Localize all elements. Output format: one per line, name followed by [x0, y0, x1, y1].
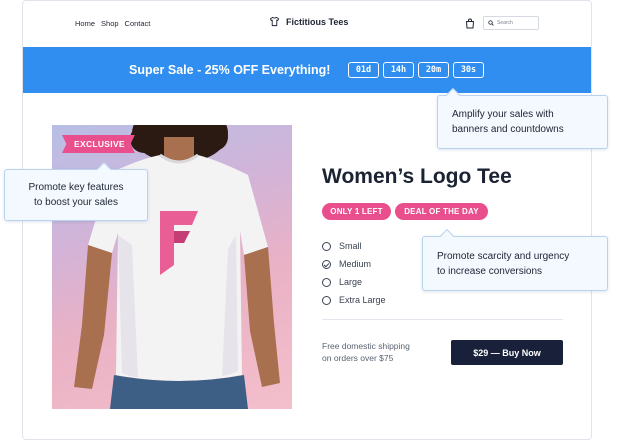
search-icon — [488, 20, 494, 26]
divider — [322, 319, 563, 320]
size-label: Extra Large — [339, 295, 386, 305]
brand-logo[interactable]: Fictitious Tees — [269, 16, 348, 27]
size-label: Large — [339, 277, 363, 287]
size-options: Small Medium Large Extra Large — [322, 237, 386, 309]
tshirt-icon — [269, 16, 280, 27]
countdown-days: 01d — [348, 62, 379, 78]
radio-icon[interactable] — [322, 295, 331, 305]
exclusive-ribbon: EXCLUSIVE — [62, 135, 135, 153]
brand-name: Fictitious Tees — [286, 16, 349, 27]
banner-text: Super Sale - 25% OFF Everything! — [129, 63, 331, 77]
radio-checked-icon[interactable] — [322, 259, 331, 269]
size-option-large[interactable]: Large — [322, 273, 386, 291]
callout-scarcity: Promote scarcity and urgency to increase… — [422, 228, 608, 291]
countdown-hours: 14h — [383, 62, 414, 78]
shopping-bag-icon[interactable] — [465, 18, 475, 29]
nav-contact[interactable]: Contact — [125, 19, 151, 28]
deal-badge: DEAL OF THE DAY — [395, 203, 488, 220]
shipping-note: Free domestic shipping on orders over $7… — [322, 340, 442, 364]
nav-home[interactable]: Home — [75, 19, 95, 28]
nav-shop[interactable]: Shop — [101, 19, 119, 28]
callout-line: to increase conversions — [437, 265, 543, 277]
product-image — [52, 125, 292, 409]
main-nav: Home Shop Contact — [75, 19, 150, 28]
callout-features: Promote key features to boost your sales — [4, 161, 148, 221]
callout-line: Promote scarcity and urgency — [437, 250, 570, 262]
buy-now-button[interactable]: $29 — Buy Now — [451, 340, 563, 365]
callout-line: Promote key features — [28, 182, 124, 193]
size-label: Medium — [339, 259, 372, 269]
size-option-extra-large[interactable]: Extra Large — [322, 291, 386, 309]
callout-line: Amplify your sales with — [452, 109, 554, 120]
size-label: Small — [339, 241, 362, 251]
shipping-line: on orders over $75 — [322, 353, 394, 363]
radio-icon[interactable] — [322, 277, 331, 287]
countdown-seconds: 30s — [453, 62, 484, 78]
callout-line: to boost your sales — [34, 197, 118, 208]
site-header: Home Shop Contact Fictitious Tees — [23, 1, 591, 47]
callout-banners: Amplify your sales with banners and coun… — [437, 87, 608, 149]
sale-banner: Super Sale - 25% OFF Everything! 01d 14h… — [23, 47, 591, 93]
shipping-line: Free domestic shipping — [322, 341, 410, 351]
size-option-medium[interactable]: Medium — [322, 255, 386, 273]
search-box[interactable] — [483, 16, 539, 30]
callout-line: banners and countdowns — [452, 124, 564, 135]
size-option-small[interactable]: Small — [322, 237, 386, 255]
stock-badge: ONLY 1 LEFT — [322, 203, 391, 220]
search-input[interactable] — [497, 20, 537, 26]
countdown-minutes: 20m — [418, 62, 449, 78]
radio-icon[interactable] — [322, 241, 331, 251]
product-title: Women’s Logo Tee — [322, 165, 512, 188]
